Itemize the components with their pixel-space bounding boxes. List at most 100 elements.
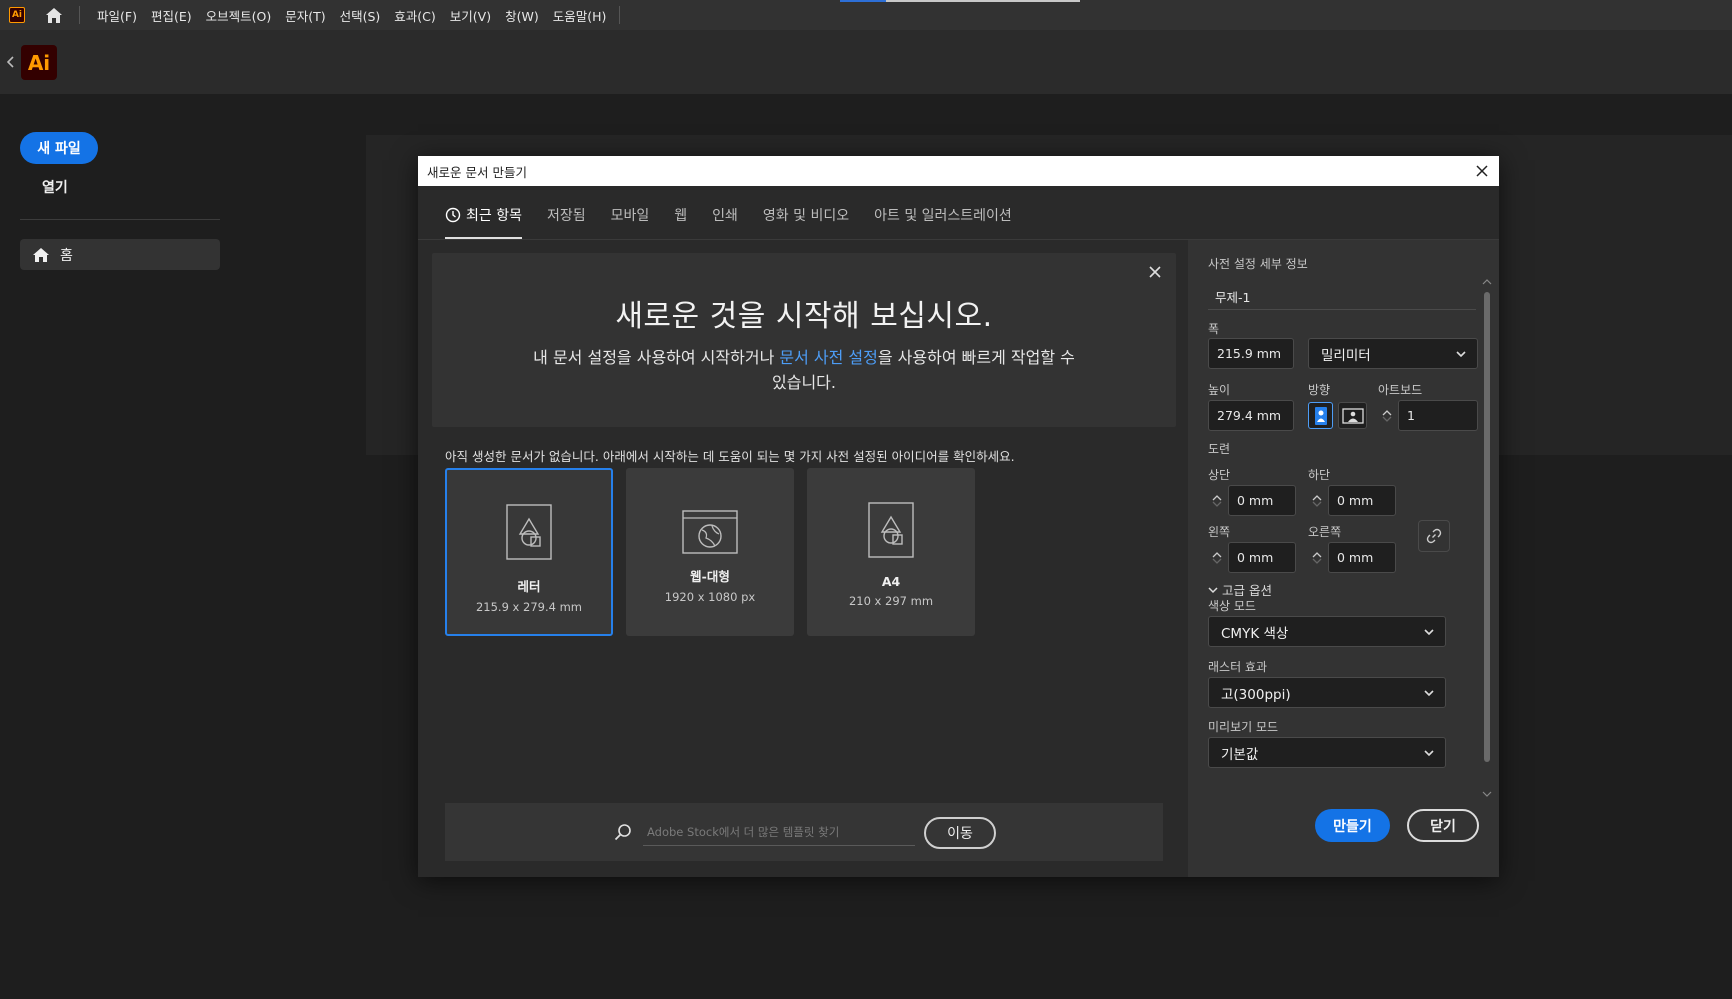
create-button[interactable]: 만들기 [1315, 809, 1390, 842]
tab-saved[interactable]: 저장됨 [547, 205, 586, 239]
left-stepper[interactable] [1208, 542, 1226, 573]
menu-separator [79, 6, 80, 24]
menu-type[interactable]: 문자(T) [278, 6, 332, 25]
home-icon[interactable] [43, 4, 65, 26]
chevron-down-icon [1212, 558, 1222, 564]
chevron-down-icon [1208, 586, 1218, 593]
card-size: 210 x 297 mm [848, 594, 934, 608]
menu-object[interactable]: 오브젝트(O) [199, 6, 279, 25]
dialog-title: 새로운 문서 만들기 [427, 164, 527, 180]
menu-edit[interactable]: 편집(E) [144, 6, 199, 25]
chevron-down-icon [1482, 791, 1492, 797]
preset-cards: 레터 215.9 x 279.4 mm 웹-대형 1920 x 1080 px [445, 468, 988, 636]
card-name: A4 [881, 574, 901, 589]
scrollbar-thumb[interactable] [1484, 292, 1490, 762]
chevron-up-icon [1212, 551, 1222, 557]
close-icon[interactable] [1473, 162, 1491, 180]
chevron-up-icon [1382, 409, 1392, 415]
card-size: 1920 x 1080 px [664, 590, 756, 604]
stock-search-input[interactable]: Adobe Stock에서 더 많은 템플릿 찾기 [643, 818, 915, 846]
stock-search-bar: Adobe Stock에서 더 많은 템플릿 찾기 이동 [445, 803, 1163, 861]
banner-description: 내 문서 설정을 사용하여 시작하거나 문서 사전 설정을 사용하여 빠르게 작… [533, 348, 1075, 392]
sidebar-item-label: 홈 [60, 247, 73, 264]
go-button[interactable]: 이동 [924, 817, 996, 849]
preset-details-header: 사전 설정 세부 정보 [1208, 257, 1308, 271]
tab-recent[interactable]: 최근 항목 [445, 205, 522, 239]
width-label: 폭 [1208, 322, 1220, 336]
new-file-button[interactable]: 새 파일 [20, 132, 98, 164]
preset-card-a4[interactable]: A4 210 x 297 mm [807, 468, 975, 636]
portrait-button[interactable] [1308, 402, 1333, 429]
link-bleed-button[interactable] [1418, 520, 1450, 552]
search-icon [614, 823, 632, 845]
top-stepper[interactable] [1208, 485, 1226, 516]
height-label: 높이 [1208, 383, 1231, 397]
artboard-label: 아트보드 [1378, 383, 1423, 397]
landscape-button[interactable] [1338, 402, 1367, 429]
tab-art-illustration[interactable]: 아트 및 일러스트레이션 [874, 205, 1012, 239]
app-header: Ai [0, 30, 1732, 94]
sidebar-item-home[interactable]: 홈 [20, 239, 220, 270]
info-text: 아직 생성한 문서가 없습니다. 아래에서 시작하는 데 도움이 되는 몇 가지… [445, 449, 1015, 464]
chevron-down-icon [1312, 501, 1322, 507]
bleed-left-input[interactable]: 0 mm [1228, 542, 1296, 573]
chevron-down-icon [1382, 416, 1392, 422]
open-link[interactable]: 열기 [42, 177, 68, 197]
card-name: 웹-대형 [690, 569, 730, 584]
title-accent [840, 0, 1080, 2]
menu-effect[interactable]: 효과(C) [387, 6, 442, 25]
bleed-right-input[interactable]: 0 mm [1328, 542, 1396, 573]
left-label: 왼쪽 [1208, 525, 1231, 539]
chevron-left-icon[interactable] [6, 56, 15, 72]
menu-view[interactable]: 보기(V) [443, 6, 498, 25]
tab-mobile[interactable]: 모바일 [611, 205, 650, 239]
raster-effects-select[interactable]: 고(300ppi) [1208, 677, 1446, 708]
menu-window[interactable]: 창(W) [498, 6, 546, 25]
card-name: 레터 [517, 579, 541, 594]
preset-card-letter[interactable]: 레터 215.9 x 279.4 mm [445, 468, 613, 636]
document-presets-link[interactable]: 문서 사전 설정 [779, 348, 878, 367]
ai-mini-logo: Ai [9, 7, 25, 23]
bottom-label: 하단 [1308, 468, 1331, 482]
document-icon [868, 502, 914, 558]
tab-print[interactable]: 인쇄 [712, 205, 738, 239]
bleed-top-input[interactable]: 0 mm [1228, 485, 1296, 516]
menu-file[interactable]: 파일(F) [90, 6, 144, 25]
color-mode-select[interactable]: CMYK 색상 [1208, 616, 1446, 647]
document-name-input[interactable]: 무제-1 [1208, 284, 1476, 310]
bottom-stepper[interactable] [1308, 485, 1326, 516]
card-size: 215.9 x 279.4 mm [475, 600, 583, 614]
tab-film-video[interactable]: 영화 및 비디오 [763, 205, 849, 239]
preset-card-web-large[interactable]: 웹-대형 1920 x 1080 px [626, 468, 794, 636]
right-stepper[interactable] [1308, 542, 1326, 573]
close-icon[interactable] [1146, 265, 1164, 283]
preview-mode-select[interactable]: 기본값 [1208, 737, 1446, 768]
app-logo: Ai [21, 45, 57, 80]
chevron-down-icon [1424, 690, 1434, 697]
tab-web[interactable]: 웹 [674, 205, 687, 239]
width-input[interactable]: 215.9 mm [1208, 338, 1294, 369]
chevron-down-icon [1424, 629, 1434, 636]
web-icon [682, 510, 738, 554]
menu-select[interactable]: 선택(S) [333, 6, 388, 25]
artboard-input[interactable]: 1 [1398, 400, 1478, 431]
height-input[interactable]: 279.4 mm [1208, 400, 1294, 431]
raster-effects-label: 래스터 효과 [1208, 660, 1268, 674]
color-mode-label: 색상 모드 [1208, 599, 1256, 613]
artboard-stepper[interactable] [1378, 400, 1396, 431]
chevron-down-icon [1424, 750, 1434, 757]
preset-area: 새로운 것을 시작해 보십시오. 내 문서 설정을 사용하여 시작하거나 문서 … [418, 240, 1188, 877]
unit-select[interactable]: 밀리미터 [1308, 338, 1478, 369]
chevron-down-icon [1212, 501, 1222, 507]
dialog-title-bar: 새로운 문서 만들기 [418, 156, 1499, 186]
welcome-banner: 새로운 것을 시작해 보십시오. 내 문서 설정을 사용하여 시작하거나 문서 … [432, 253, 1176, 427]
menu-separator [619, 6, 621, 24]
chevron-down-icon [1312, 558, 1322, 564]
panel-scrollbar[interactable] [1482, 278, 1492, 798]
close-button[interactable]: 닫기 [1407, 809, 1479, 842]
portrait-icon [1314, 406, 1327, 425]
menu-help[interactable]: 도움말(H) [546, 6, 614, 25]
new-document-dialog: 새로운 문서 만들기 최근 항목 저장됨 모바일 웹 인쇄 영화 및 비디오 아… [418, 156, 1499, 877]
bleed-bottom-input[interactable]: 0 mm [1328, 485, 1396, 516]
landscape-icon [1341, 407, 1364, 424]
